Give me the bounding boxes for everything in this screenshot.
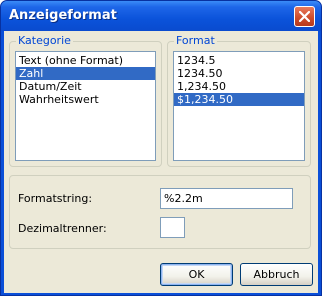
kategorie-item-wahrheitswert[interactable]: Wahrheitswert <box>16 93 155 106</box>
fields-group: Formatstring: Dezimaltrenner: <box>9 175 311 249</box>
window-title: Anzeigeformat <box>9 8 117 23</box>
close-button[interactable] <box>294 6 315 27</box>
format-listbox[interactable]: 1234.5 1234.50 1,234.50 $1,234.50 <box>173 51 305 161</box>
format-item-4[interactable]: $1,234.50 <box>174 93 304 106</box>
format-item-3[interactable]: 1,234.50 <box>174 80 304 93</box>
dialog-window: Anzeigeformat Kategorie Text (ohne Forma… <box>0 0 322 296</box>
dezimaltrenner-input[interactable] <box>160 217 185 238</box>
close-icon <box>299 11 310 22</box>
kategorie-item-text[interactable]: Text (ohne Format) <box>16 54 155 67</box>
cancel-button[interactable]: Abbruch <box>240 263 313 286</box>
formatstring-label: Formatstring: <box>18 192 93 205</box>
dialog-body: Kategorie Text (ohne Format) Zahl Datum/… <box>4 31 318 293</box>
format-group: Format 1234.5 1234.50 1,234.50 $1,234.50 <box>167 34 311 167</box>
format-item-2[interactable]: 1234.50 <box>174 67 304 80</box>
formatstring-input[interactable] <box>160 188 293 209</box>
kategorie-group-label: Kategorie <box>16 34 73 47</box>
kategorie-item-zahl[interactable]: Zahl <box>16 67 155 80</box>
format-item-1[interactable]: 1234.5 <box>174 54 304 67</box>
kategorie-item-datum-zeit[interactable]: Datum/Zeit <box>16 80 155 93</box>
format-group-label: Format <box>174 34 217 47</box>
title-bar[interactable]: Anzeigeformat <box>1 1 321 31</box>
dezimaltrenner-label: Dezimaltrenner: <box>18 222 107 235</box>
ok-button[interactable]: OK <box>160 263 233 286</box>
kategorie-listbox[interactable]: Text (ohne Format) Zahl Datum/Zeit Wahrh… <box>15 51 156 161</box>
kategorie-group: Kategorie Text (ohne Format) Zahl Datum/… <box>9 34 162 167</box>
